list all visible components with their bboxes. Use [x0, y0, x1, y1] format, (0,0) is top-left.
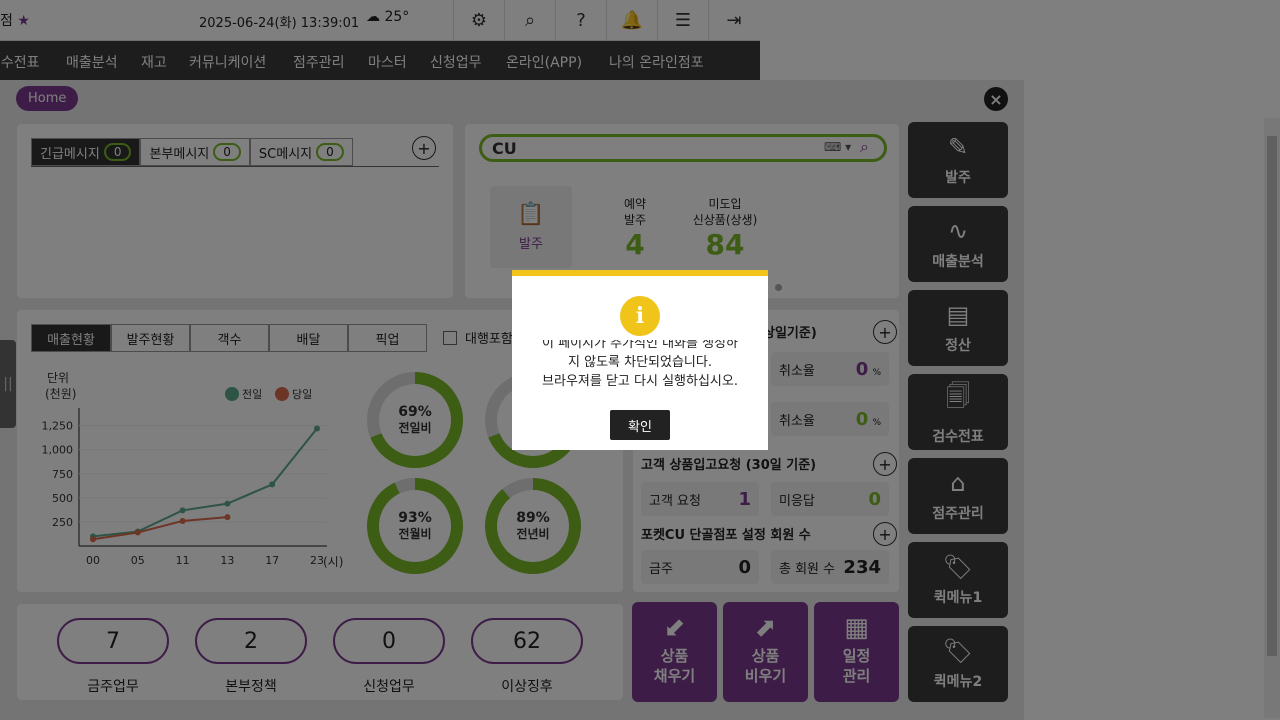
alert-message: 이 페이지가 추가적인 대화를 생성하 지 않도록 차단되었습니다. 브라우져를… [542, 340, 738, 389]
alert-dialog: i 이 페이지가 추가적인 대화를 생성하 지 않도록 차단되었습니다. 브라우… [512, 270, 768, 450]
info-icon: i [620, 296, 660, 336]
confirm-button[interactable]: 확인 [610, 410, 670, 440]
